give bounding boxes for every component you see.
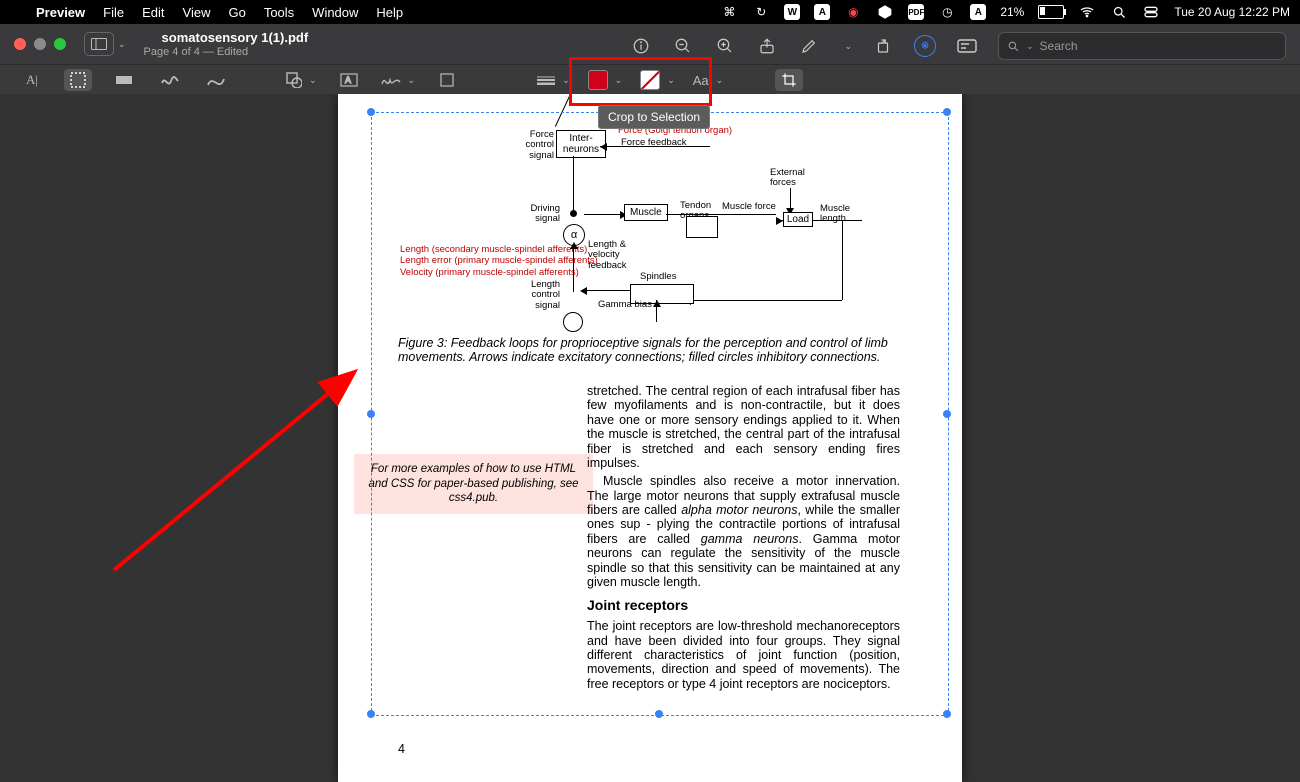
paragraph-1: stretched. The central region of each in… [587, 384, 900, 470]
sidebar-chevron-icon[interactable]: ⌄ [118, 39, 126, 50]
label-external: Externalforces [770, 168, 805, 189]
wifi-icon[interactable] [1078, 3, 1096, 21]
spotlight-icon[interactable] [1110, 3, 1128, 21]
font-tool[interactable]: Aa⌄ [693, 73, 723, 88]
rotate-icon[interactable] [872, 35, 894, 57]
app-badge-a2[interactable]: A [970, 4, 986, 20]
handle-ml[interactable] [367, 410, 375, 418]
note-tool[interactable] [433, 69, 461, 91]
menu-tools[interactable]: Tools [264, 5, 294, 20]
menu-go[interactable]: Go [228, 5, 245, 20]
label-muscle-length: Musclelength [820, 204, 850, 225]
label-force-control: Forcecontrolsignal [510, 130, 554, 161]
form-icon[interactable] [956, 35, 978, 57]
subheading-joint-receptors: Joint receptors [587, 597, 900, 613]
label-lv-feedback: Length &velocityfeedback [588, 240, 627, 271]
paragraph-2: Muscle spindles also receive a motor inn… [587, 474, 900, 589]
label-len-control: Lengthcontrolsignal [516, 280, 560, 311]
menubar-clock[interactable]: Tue 20 Aug 12:22 PM [1174, 5, 1290, 19]
textbox-tool[interactable]: A [335, 69, 363, 91]
fill-color-tool[interactable]: ⌄ [640, 70, 675, 90]
markup-toolbar: A| ⌄ A ⌄ ⌄ ⌄ ⌄ Aa⌄ [0, 64, 1300, 95]
window-controls[interactable] [14, 38, 66, 50]
text-select-tool[interactable]: A| [18, 69, 46, 91]
crop-tooltip: Crop to Selection [598, 105, 710, 129]
record-icon[interactable]: ◉ [844, 3, 862, 21]
document-area: Forcecontrolsignal Inter-neurons Force (… [0, 94, 1300, 782]
handle-tr[interactable] [943, 108, 951, 116]
box-tendon [686, 216, 718, 238]
stroke-color-tool[interactable]: ⌄ [588, 70, 623, 90]
label-aff3: Velocity (primary muscle-spindel afferen… [400, 267, 560, 278]
handle-bl[interactable] [367, 710, 375, 718]
annotation-arrow [108, 364, 368, 584]
rect-select-tool[interactable] [64, 69, 92, 91]
body-text: stretched. The central region of each in… [587, 384, 900, 695]
sync-icon[interactable]: ↻ [752, 3, 770, 21]
sign-tool[interactable]: ⌄ [381, 74, 416, 86]
handle-bm[interactable] [655, 710, 663, 718]
app-badge-w[interactable]: W [784, 4, 800, 20]
timemachine-icon[interactable]: ◷ [938, 3, 956, 21]
app-badge-a[interactable]: A [814, 4, 830, 20]
zoom-button[interactable] [54, 38, 66, 50]
share-icon[interactable] [756, 35, 778, 57]
handle-tl[interactable] [367, 108, 375, 116]
figure-caption: Figure 3: Feedback loops for propriocept… [398, 336, 918, 365]
search-placeholder: Search [1040, 39, 1078, 53]
label-aff1: Length (secondary muscle-spindel afferen… [400, 244, 560, 255]
search-input[interactable]: ⌄ Search [998, 32, 1286, 60]
page-number: 4 [398, 742, 405, 756]
document-title: somatosensory 1(1).pdf [162, 30, 309, 45]
document-subtitle: Page 4 of 4 — Edited [144, 46, 309, 58]
search-icon [1007, 40, 1020, 53]
label-aff2: Length error (primary muscle-spindel aff… [400, 255, 560, 266]
crop-tool[interactable] [775, 69, 803, 91]
zoom-out-icon[interactable] [672, 35, 694, 57]
label-muscle-force: Muscle force [722, 202, 776, 212]
accessibility-icon[interactable]: ⍟ [914, 35, 936, 57]
redact-tool[interactable] [110, 69, 138, 91]
markup-icon[interactable] [798, 35, 820, 57]
menu-edit[interactable]: Edit [142, 5, 164, 20]
window-titlebar: ⌄ somatosensory 1(1).pdf Page 4 of 4 — E… [0, 24, 1300, 64]
minimize-button[interactable] [34, 38, 46, 50]
svg-text:A: A [345, 75, 351, 85]
label-gamma: Gamma bias [598, 300, 652, 310]
sidebar-toggle[interactable] [84, 32, 114, 56]
box-muscle: Muscle [624, 204, 668, 221]
box-load: Load [783, 212, 813, 227]
markup-chevron-icon[interactable]: ⌄ [844, 41, 852, 52]
info-icon[interactable] [630, 35, 652, 57]
menu-file[interactable]: File [103, 5, 124, 20]
menu-window[interactable]: Window [312, 5, 358, 20]
shapes-tool[interactable]: ⌄ [286, 72, 317, 88]
label-driving: Drivingsignal [516, 204, 560, 225]
pdf-badge[interactable]: PDF [908, 4, 924, 20]
sketch-tool[interactable] [156, 69, 184, 91]
sidebar-note: For more examples of how to use HTML and… [354, 454, 593, 514]
zoom-in-icon[interactable] [714, 35, 736, 57]
paragraph-3: The joint receptors are low-threshold me… [587, 619, 900, 691]
control-center-icon[interactable] [1142, 3, 1160, 21]
macos-menubar: Preview File Edit View Go Tools Window H… [0, 0, 1300, 24]
menu-view[interactable]: View [183, 5, 211, 20]
malware-icon[interactable] [876, 3, 894, 21]
menu-extra-icon[interactable]: ⌘ [720, 3, 738, 21]
draw-tool[interactable] [202, 69, 230, 91]
handle-mr[interactable] [943, 410, 951, 418]
battery-pct[interactable]: 21% [1000, 5, 1024, 19]
pdf-page[interactable]: Forcecontrolsignal Inter-neurons Force (… [338, 94, 962, 782]
close-button[interactable] [14, 38, 26, 50]
app-name[interactable]: Preview [36, 5, 85, 20]
border-style-tool[interactable]: ⌄ [537, 75, 570, 86]
handle-br[interactable] [943, 710, 951, 718]
search-chevron-icon: ⌄ [1026, 41, 1034, 52]
menu-help[interactable]: Help [376, 5, 403, 20]
box-interneurons: Inter-neurons [556, 130, 606, 158]
diagram-figure: Forcecontrolsignal Inter-neurons Force (… [388, 104, 938, 334]
battery-icon[interactable] [1038, 5, 1064, 19]
label-spindles: Spindles [640, 272, 676, 282]
font-label: Aa [693, 73, 709, 88]
